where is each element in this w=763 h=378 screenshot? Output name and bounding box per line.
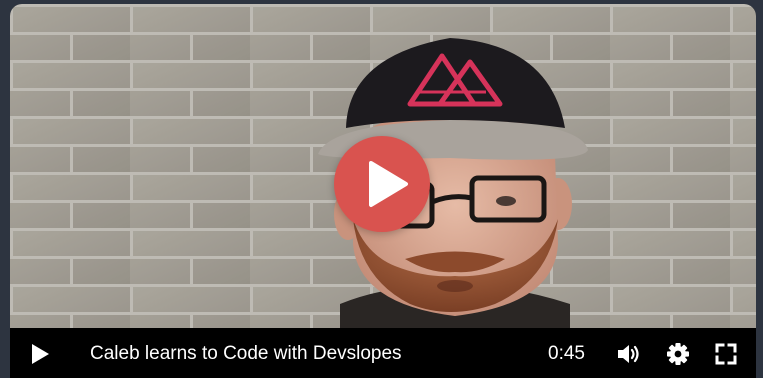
video-duration: 0:45 [548,343,585,364]
fullscreen-button[interactable] [713,342,739,366]
video-player: Caleb learns to Code with Devslopes 0:45 [10,4,756,378]
volume-button[interactable] [616,342,642,366]
play-icon [32,344,49,364]
play-button[interactable] [28,342,52,366]
gear-icon [667,343,689,365]
settings-button[interactable] [665,342,691,366]
fullscreen-icon [715,343,737,365]
video-frame[interactable] [10,4,756,328]
video-title: Caleb learns to Code with Devslopes [90,343,402,364]
play-icon [369,161,408,207]
volume-icon [618,345,639,363]
control-bar: Caleb learns to Code with Devslopes 0:45 [10,328,756,378]
big-play-button[interactable] [334,136,430,232]
